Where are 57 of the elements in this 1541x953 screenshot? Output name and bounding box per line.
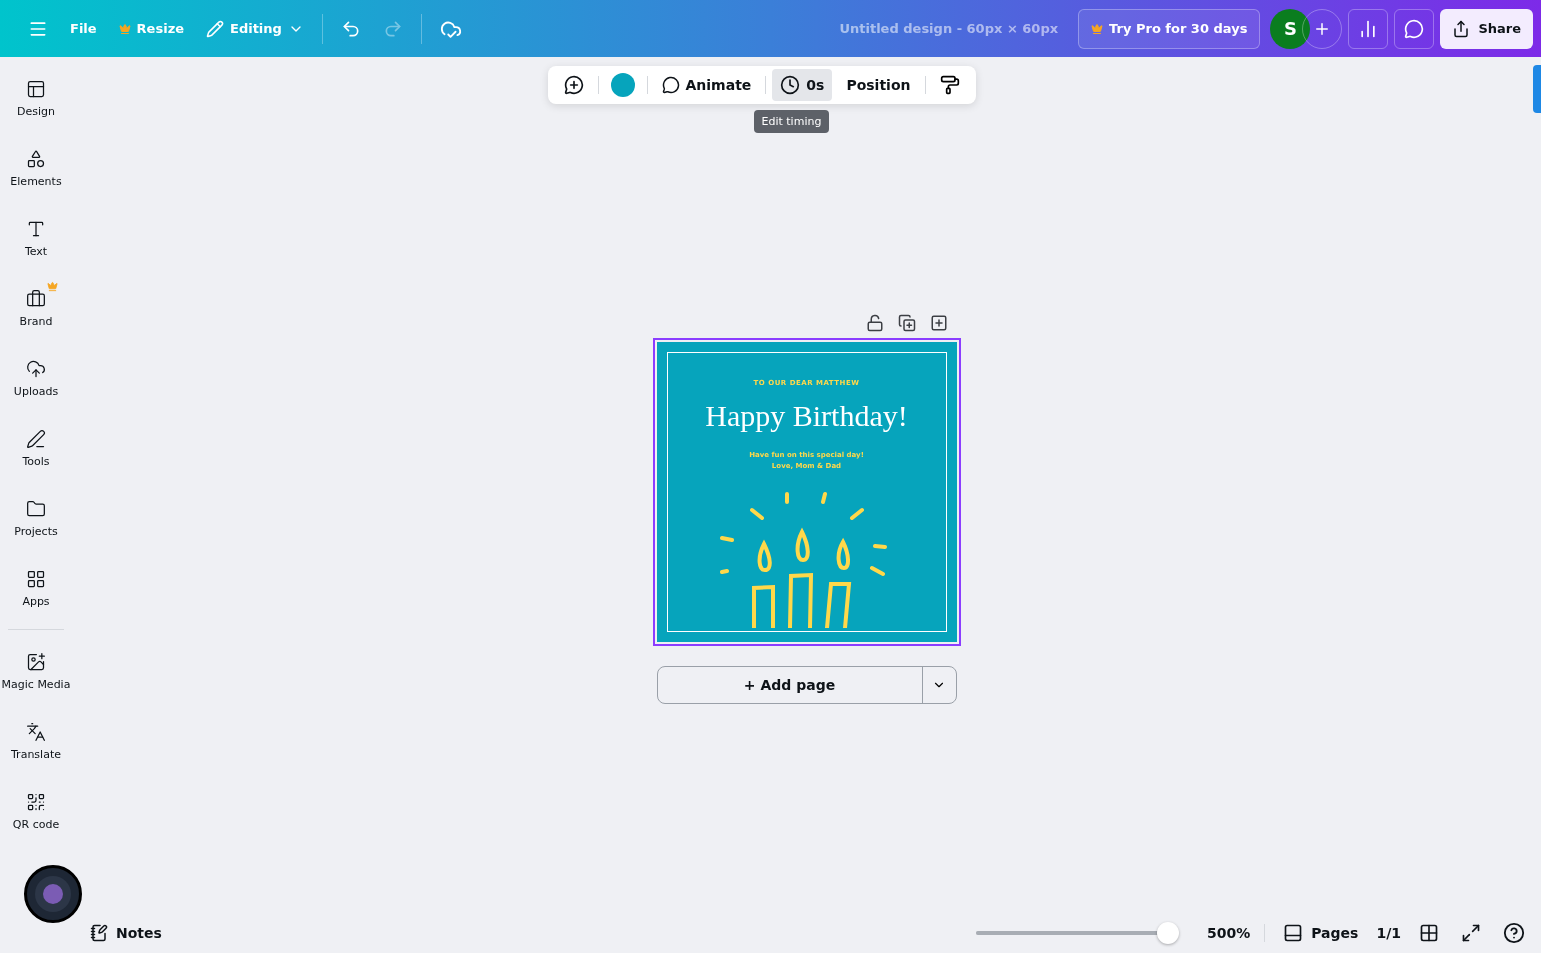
- sidebar-item[interactable]: Brand: [0, 273, 72, 343]
- sidebar-item[interactable]: Apps: [0, 553, 72, 623]
- position-button[interactable]: Position: [838, 71, 919, 99]
- magic-icon: [26, 651, 46, 672]
- elements-icon: [26, 148, 46, 169]
- comment-button[interactable]: [1394, 8, 1435, 49]
- translate-icon: [26, 721, 46, 742]
- sidebar-item[interactable]: Elements: [0, 133, 72, 203]
- apps-icon: [26, 568, 46, 589]
- page-count: 1/1: [1376, 925, 1401, 941]
- tooltip: Edit timing: [753, 110, 830, 133]
- notes-button[interactable]: Notes: [86, 920, 166, 946]
- crown-icon: [118, 22, 131, 35]
- qr-icon: [26, 791, 46, 812]
- notes-icon: [90, 924, 108, 942]
- sidebar-item[interactable]: Tools: [0, 413, 72, 483]
- projects-icon: [26, 498, 46, 519]
- upload-icon: [1452, 19, 1471, 38]
- sidebar-item[interactable]: Translate: [0, 706, 72, 776]
- zoom-thumb[interactable]: [1156, 922, 1179, 944]
- card-heading: Happy Birthday!: [705, 399, 908, 433]
- timing-button[interactable]: 0s: [772, 69, 833, 101]
- speech-bubble-icon: [1404, 18, 1425, 39]
- add-icon[interactable]: [929, 314, 948, 332]
- zoom-reading: 500%: [1206, 925, 1251, 941]
- design-icon: [26, 78, 46, 99]
- fullscreen-icon[interactable]: [1461, 923, 1481, 943]
- sidebar-item[interactable]: Design: [0, 63, 72, 133]
- insights-button[interactable]: [1348, 8, 1389, 49]
- sidebar-item[interactable]: QR code: [0, 776, 72, 846]
- animate-button[interactable]: Animate: [653, 70, 760, 100]
- tools-icon: [26, 428, 46, 449]
- sidebar-item[interactable]: Uploads: [0, 343, 72, 413]
- assistant-bubble[interactable]: [24, 865, 82, 923]
- duplicate-icon[interactable]: [897, 314, 916, 332]
- share-button[interactable]: Share: [1440, 8, 1533, 49]
- paint-roller-icon[interactable]: [939, 75, 960, 95]
- sidebar-item[interactable]: Text: [0, 203, 72, 273]
- animate-icon: [661, 76, 680, 94]
- unlock-icon[interactable]: [865, 314, 884, 332]
- help-icon[interactable]: [1503, 922, 1525, 944]
- undo-icon: [340, 18, 361, 39]
- color-swatch[interactable]: [610, 73, 635, 97]
- brand-icon: [26, 288, 46, 309]
- sidebar-item[interactable]: Magic Media: [0, 636, 72, 706]
- grid-view-icon[interactable]: [1419, 923, 1439, 943]
- avatar[interactable]: S: [1270, 8, 1311, 49]
- uploads-icon: [26, 358, 46, 379]
- try-pro-button[interactable]: Try Pro for 30 days: [1078, 8, 1261, 49]
- sidebar-item[interactable]: Projects: [0, 483, 72, 553]
- clock-icon: [780, 75, 801, 95]
- pages-button[interactable]: Pages: [1279, 919, 1363, 947]
- document-title: Untitled design - 60px × 60px: [839, 21, 1059, 36]
- comment-plus-icon: [563, 75, 584, 95]
- crown-icon: [1091, 22, 1104, 35]
- pencil-icon: [206, 19, 224, 38]
- pages-icon: [1283, 923, 1304, 943]
